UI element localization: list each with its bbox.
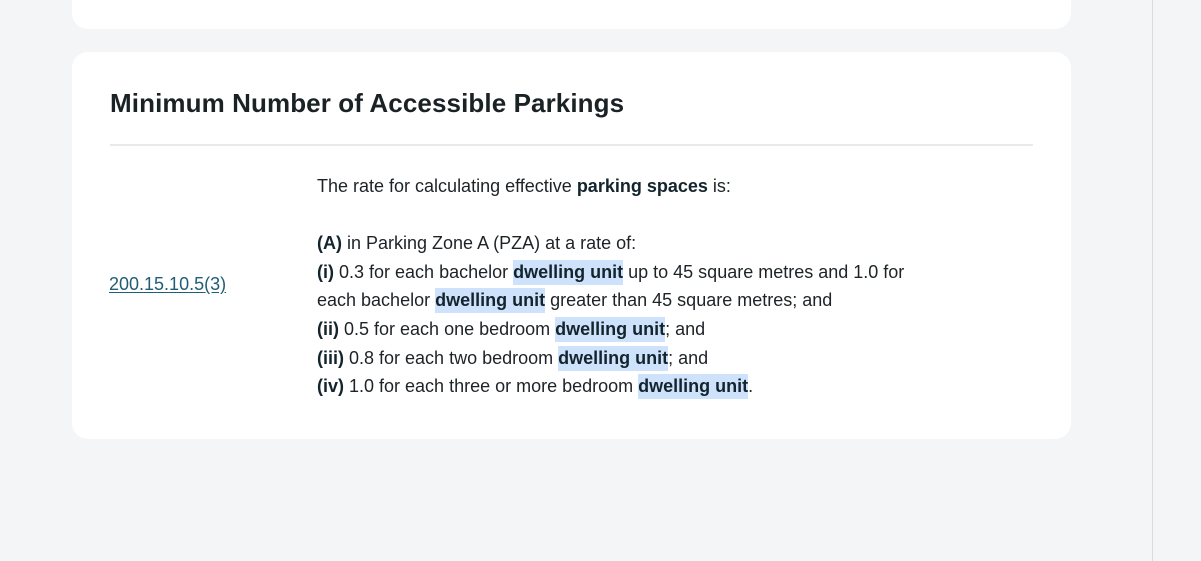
scrollbar-track[interactable] <box>1152 0 1201 561</box>
divider <box>110 144 1033 146</box>
clause-i: (i) 0.3 for each bachelor dwelling unit … <box>317 258 1017 287</box>
clause-iii: (iii) 0.8 for each two bedroom dwelling … <box>317 344 1017 373</box>
bylaw-reference-link[interactable]: 200.15.10.5(3) <box>109 274 226 295</box>
previous-card <box>72 0 1071 29</box>
clause-i-cont: each bachelor dwelling unit greater than… <box>317 286 1017 315</box>
defined-term-highlighted[interactable]: dwelling unit <box>513 259 624 285</box>
clause-iv: (iv) 1.0 for each three or more bedroom … <box>317 372 1017 401</box>
defined-term-highlighted[interactable]: dwelling unit <box>435 288 546 314</box>
accessible-parking-card: Minimum Number of Accessible Parkings 20… <box>72 52 1071 439</box>
defined-term-highlighted[interactable]: dwelling unit <box>558 345 669 371</box>
clause-a: (A) in Parking Zone A (PZA) at a rate of… <box>317 233 637 254</box>
defined-term[interactable]: parking spaces <box>577 176 708 196</box>
section-title: Minimum Number of Accessible Parkings <box>110 88 625 118</box>
intro-line: The rate for calculating effective parki… <box>317 176 731 196</box>
clause-ii: (ii) 0.5 for each one bedroom dwelling u… <box>317 315 1017 344</box>
rule-text: The rate for calculating effective parki… <box>317 172 1017 401</box>
defined-term-highlighted[interactable]: dwelling unit <box>638 374 749 400</box>
defined-term-highlighted[interactable]: dwelling unit <box>555 316 666 342</box>
